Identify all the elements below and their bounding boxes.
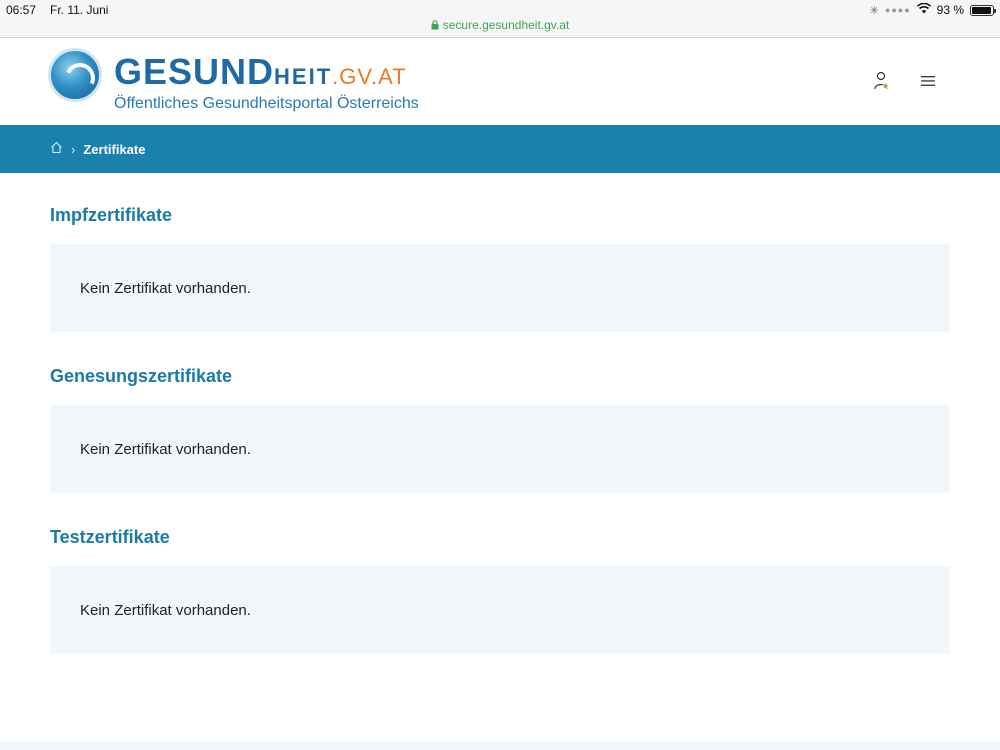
menu-icon[interactable] — [918, 71, 938, 91]
user-icon[interactable] — [872, 71, 892, 91]
footer-strip — [0, 742, 1000, 750]
logo-domain: .GV.AT — [332, 64, 407, 89]
section-vaccination: Impfzertifikate Kein Zertifikat vorhande… — [50, 190, 950, 332]
breadcrumb: › Zertifikate — [0, 125, 1000, 173]
certificate-card: Kein Zertifikat vorhanden. — [50, 244, 950, 332]
logo-wordmark: GESUNDHEIT.GV.AT — [114, 51, 407, 93]
section-title: Testzertifikate — [50, 527, 170, 547]
status-date: Fr. 11. Juni — [50, 3, 109, 17]
site-logo[interactable]: GESUNDHEIT.GV.AT Öffentliches Gesundheit… — [48, 47, 419, 119]
certificate-card: Kein Zertifikat vorhanden. — [50, 405, 950, 493]
home-icon[interactable] — [50, 141, 63, 157]
chevron-right-icon: › — [71, 141, 76, 157]
certificate-sections: Impfzertifikate Kein Zertifikat vorhande… — [50, 190, 950, 673]
status-right: ✳ ●●●● 93 % — [869, 2, 996, 17]
logo-gesund: GESUND — [114, 51, 275, 92]
header-actions — [872, 71, 938, 91]
logo-emblem-icon — [48, 48, 102, 102]
loading-spinner-icon: ✳ — [869, 4, 879, 17]
empty-message: Kein Zertifikat vorhanden. — [80, 280, 251, 297]
url-text: secure.gesundheit.gv.at — [442, 18, 570, 32]
wifi-icon — [916, 2, 931, 17]
empty-message: Kein Zertifikat vorhanden. — [80, 441, 251, 458]
url-bar[interactable]: secure.gesundheit.gv.at — [0, 18, 1000, 38]
breadcrumb-current: Zertifikate — [83, 141, 146, 157]
battery-percent: 93 % — [936, 3, 964, 17]
battery-icon — [970, 4, 996, 16]
site-header: GESUNDHEIT.GV.AT Öffentliches Gesundheit… — [0, 39, 1000, 125]
lock-icon — [431, 19, 439, 33]
logo-subtitle: Öffentliches Gesundheitsportal Österreic… — [114, 95, 419, 112]
signal-dots-icon: ●●●● — [884, 5, 911, 15]
status-time: 06:57 — [6, 3, 37, 17]
section-test: Testzertifikate Kein Zertifikat vorhande… — [50, 512, 950, 654]
logo-heit: HEIT — [274, 64, 333, 89]
section-title: Impfzertifikate — [50, 205, 173, 225]
empty-message: Kein Zertifikat vorhanden. — [80, 602, 251, 619]
section-recovery: Genesungszertifikate Kein Zertifikat vor… — [50, 351, 950, 493]
certificate-card: Kein Zertifikat vorhanden. — [50, 566, 950, 654]
section-title: Genesungszertifikate — [50, 366, 233, 386]
